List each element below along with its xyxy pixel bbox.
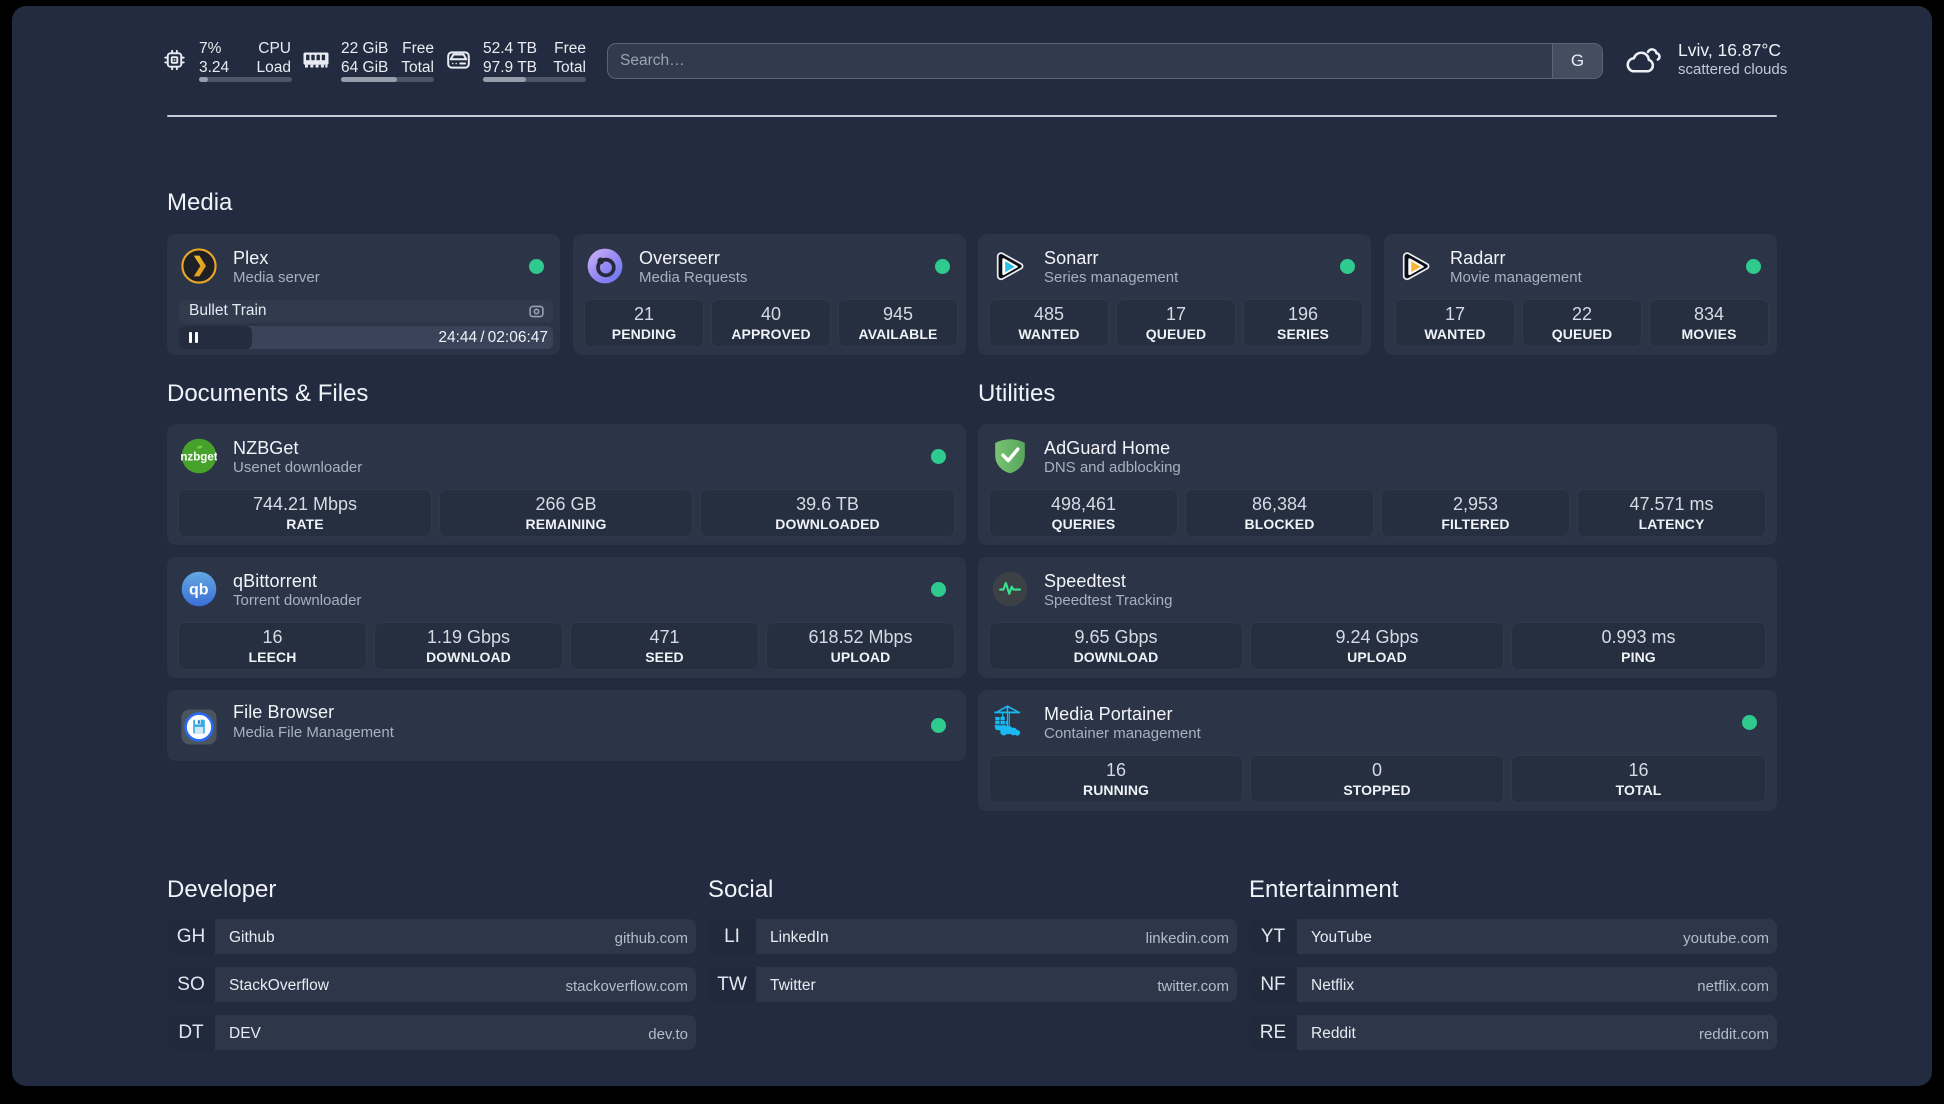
svg-text:nzbget: nzbget	[181, 451, 217, 464]
svg-text:qb: qb	[189, 582, 209, 599]
